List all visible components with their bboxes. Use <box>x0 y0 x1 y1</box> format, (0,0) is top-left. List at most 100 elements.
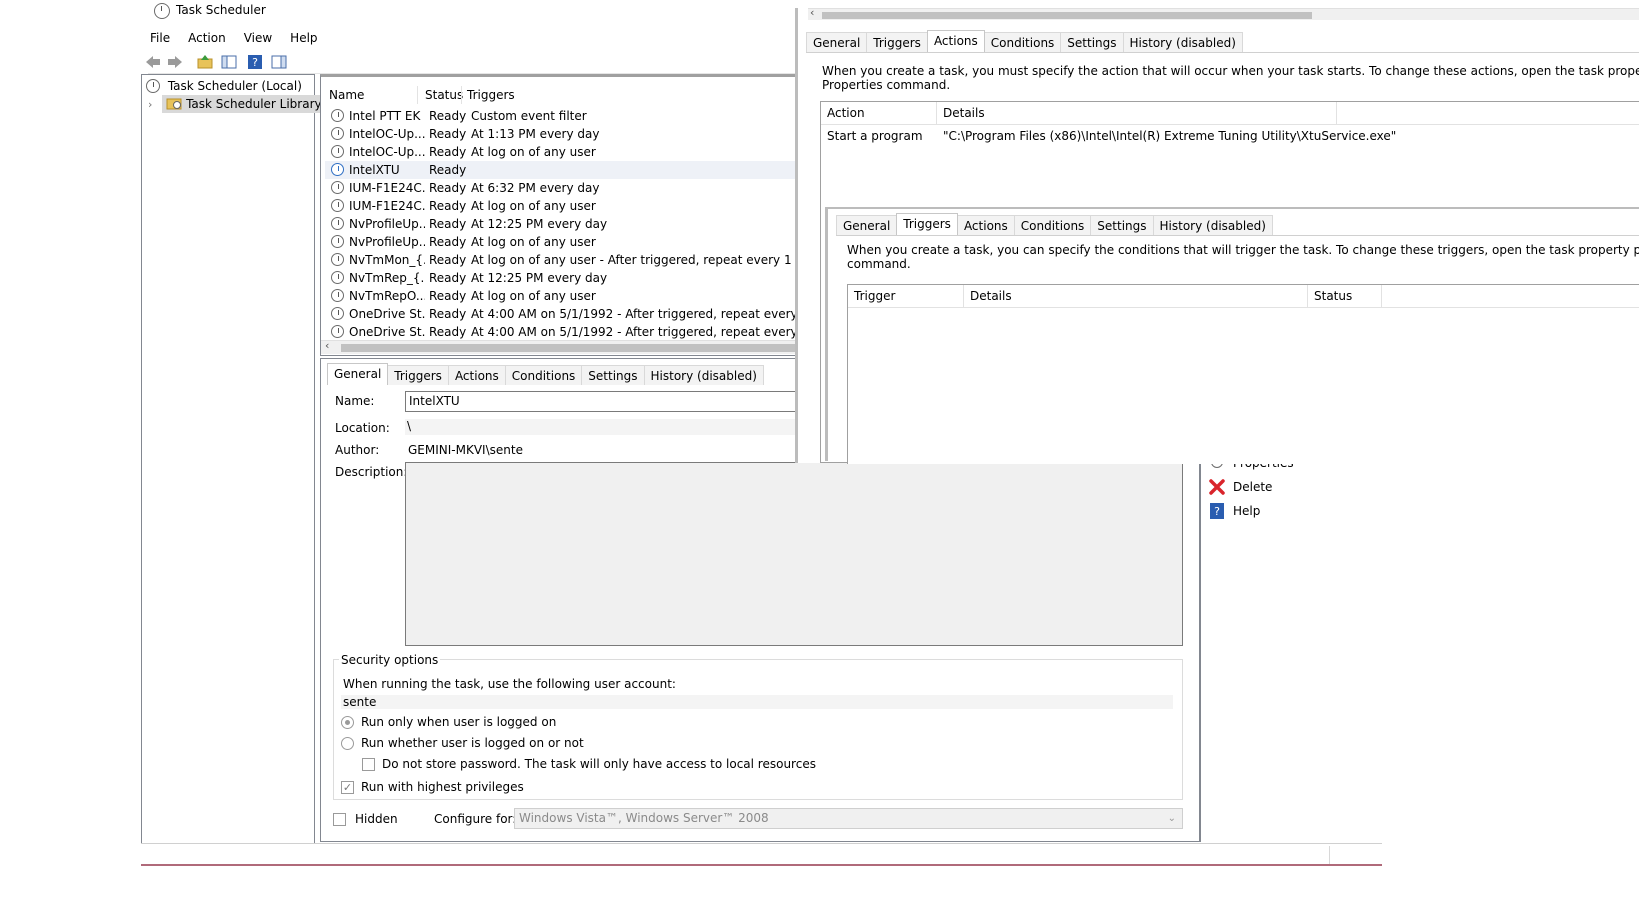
task-clock-icon <box>331 163 344 176</box>
tab-general[interactable]: General <box>836 215 898 235</box>
triggers-tab-window: General Triggers Actions Conditions Settings… <box>825 207 1639 464</box>
scrollbar-thumb[interactable] <box>822 12 1312 19</box>
table-row[interactable]: IntelOC-Up... Ready At log on of any user <box>325 143 825 161</box>
tab-conditions[interactable]: Conditions <box>1013 215 1092 235</box>
task-clock-icon <box>331 271 344 284</box>
checkbox-no-password[interactable] <box>362 758 375 771</box>
checkbox-highest-privileges[interactable]: ✓ <box>341 781 354 794</box>
description-label: Description: <box>335 465 408 479</box>
menu-bar: File Action View Help <box>148 28 808 50</box>
actions-window-tab-strip: General Triggers Actions Conditions Settings… <box>806 30 1243 52</box>
show-hide-console-tree-icon[interactable] <box>220 53 238 71</box>
help-icon[interactable]: ? <box>246 53 264 71</box>
table-row[interactable]: NvProfileUp... Ready At 12:25 PM every day <box>325 215 825 233</box>
folder-up-icon[interactable] <box>196 53 214 71</box>
actions-pane: Properties Delete ? Help <box>1200 455 1382 842</box>
action-row-type[interactable]: Start a program <box>827 129 923 143</box>
checkbox-hidden[interactable] <box>333 813 346 826</box>
triggers-grid: Trigger Details Status <box>847 284 1639 464</box>
folder-clock-icon <box>166 98 182 110</box>
column-header-trigger[interactable]: Trigger <box>848 285 964 307</box>
column-header-details[interactable]: Details <box>964 285 1308 307</box>
triggers-description-line2: command. <box>847 257 911 271</box>
scrollbar-thumb[interactable] <box>341 344 821 352</box>
column-header-details[interactable]: Details <box>937 102 1337 124</box>
column-header-status[interactable]: Status <box>425 86 463 104</box>
table-row[interactable]: NvTmMon_{...ReadyAt log on of any user -… <box>325 251 827 269</box>
delete-x-icon <box>1209 479 1225 495</box>
table-row[interactable]: NvTmRep_{... Ready At 12:25 PM every day <box>325 269 825 287</box>
user-account-field: sente <box>341 695 1173 709</box>
column-header-name[interactable]: Name <box>329 86 364 104</box>
task-list: Name Status Triggers Intel PTT EK ...Rea… <box>320 74 828 356</box>
radio-run-logged-on-label: Run only when user is logged on <box>361 715 557 729</box>
chevron-down-icon: ⌄ <box>1167 813 1176 824</box>
table-row[interactable]: IUM-F1E24C... Ready At log on of any user <box>325 197 825 215</box>
tab-settings[interactable]: Settings <box>1060 32 1124 52</box>
table-row-selected[interactable]: IntelXTU Ready <box>325 161 825 179</box>
task-clock-icon <box>331 199 344 212</box>
checkbox-no-password-label: Do not store password. The task will onl… <box>382 757 816 771</box>
triggers-window-tab-strip: General Triggers Actions Conditions Settings… <box>836 213 1273 235</box>
table-row[interactable]: OneDrive St... Ready At 4:00 AM on 5/1/199… <box>325 323 827 341</box>
column-header-status[interactable]: Status <box>1308 285 1382 307</box>
tree-item-local[interactable]: Task Scheduler (Local) <box>146 77 302 95</box>
tab-actions[interactable]: Actions <box>926 30 985 52</box>
menu-file[interactable]: File <box>148 28 172 48</box>
menu-view[interactable]: View <box>242 28 274 48</box>
tab-settings[interactable]: Settings <box>581 365 645 385</box>
tab-conditions[interactable]: Conditions <box>983 32 1062 52</box>
chevron-right-icon[interactable]: › <box>148 98 152 111</box>
show-hide-action-pane-icon[interactable] <box>270 53 288 71</box>
task-clock-icon <box>331 289 344 302</box>
tab-actions[interactable]: Actions <box>956 215 1015 235</box>
security-options-title: Security options <box>339 653 441 667</box>
action-row-details[interactable]: "C:\Program Files (x86)\Intel\Intel(R) E… <box>943 129 1396 143</box>
description-field[interactable] <box>405 462 1183 646</box>
tab-history[interactable]: History (disabled) <box>1152 215 1273 235</box>
back-arrow-icon[interactable] <box>144 53 162 71</box>
author-value: GEMINI-MKVI\sente <box>408 443 523 457</box>
location-label: Location: <box>335 421 390 435</box>
tab-triggers[interactable]: Triggers <box>866 32 928 52</box>
horizontal-scrollbar[interactable]: ‹ <box>321 339 827 354</box>
column-header-action[interactable]: Action <box>821 102 937 124</box>
tab-history[interactable]: History (disabled) <box>643 365 764 385</box>
tab-triggers[interactable]: Triggers <box>896 213 958 235</box>
scroll-left-icon[interactable]: ‹ <box>810 6 814 19</box>
toolbar: ? <box>146 50 808 74</box>
radio-run-whether[interactable] <box>341 737 354 750</box>
clock-icon <box>154 3 170 19</box>
forward-arrow-icon[interactable] <box>166 53 184 71</box>
configure-for-select[interactable]: Windows Vista™, Windows Server™ 2008 ⌄ <box>514 808 1183 829</box>
task-clock-icon <box>331 217 344 230</box>
clock-icon <box>146 79 160 93</box>
tree-item-library[interactable]: › Task Scheduler Library <box>148 95 326 113</box>
tab-conditions[interactable]: Conditions <box>504 365 583 385</box>
task-clock-icon <box>331 235 344 248</box>
tab-history[interactable]: History (disabled) <box>1122 32 1243 52</box>
scroll-left-icon[interactable]: ‹ <box>325 339 329 352</box>
window-bottom-border <box>141 864 1382 866</box>
tab-general[interactable]: General <box>806 32 868 52</box>
actions-description-line1: When you create a task, you must specify… <box>822 64 1639 78</box>
table-row[interactable]: Intel PTT EK ...ReadyCustom event filter <box>325 107 825 125</box>
triggers-description-line1: When you create a task, you can specify … <box>847 243 1639 257</box>
table-row[interactable]: NvProfileUp... Ready At log on of any user <box>325 233 825 251</box>
tab-actions[interactable]: Actions <box>447 365 506 385</box>
column-header-triggers[interactable]: Triggers <box>467 86 515 104</box>
horizontal-scrollbar[interactable]: ‹ <box>808 6 1639 20</box>
radio-run-logged-on[interactable] <box>341 716 354 729</box>
menu-help[interactable]: Help <box>288 28 319 48</box>
table-row[interactable]: IntelOC-Up... Ready At 1:13 PM every day <box>325 125 825 143</box>
tab-settings[interactable]: Settings <box>1090 215 1154 235</box>
tab-general[interactable]: General <box>327 363 389 385</box>
details-tab-strip: General Triggers Actions Conditions Settings… <box>327 363 764 385</box>
tab-triggers[interactable]: Triggers <box>387 365 449 385</box>
table-row[interactable]: NvTmRepO... Ready At log on of any user <box>325 287 825 305</box>
task-clock-icon <box>331 127 344 140</box>
task-clock-icon <box>331 325 344 338</box>
table-row[interactable]: OneDrive St... Ready At 4:00 AM on 5/1/199… <box>325 305 827 323</box>
menu-action[interactable]: Action <box>186 28 228 48</box>
table-row[interactable]: IUM-F1E24C... Ready At 6:32 PM every day <box>325 179 825 197</box>
